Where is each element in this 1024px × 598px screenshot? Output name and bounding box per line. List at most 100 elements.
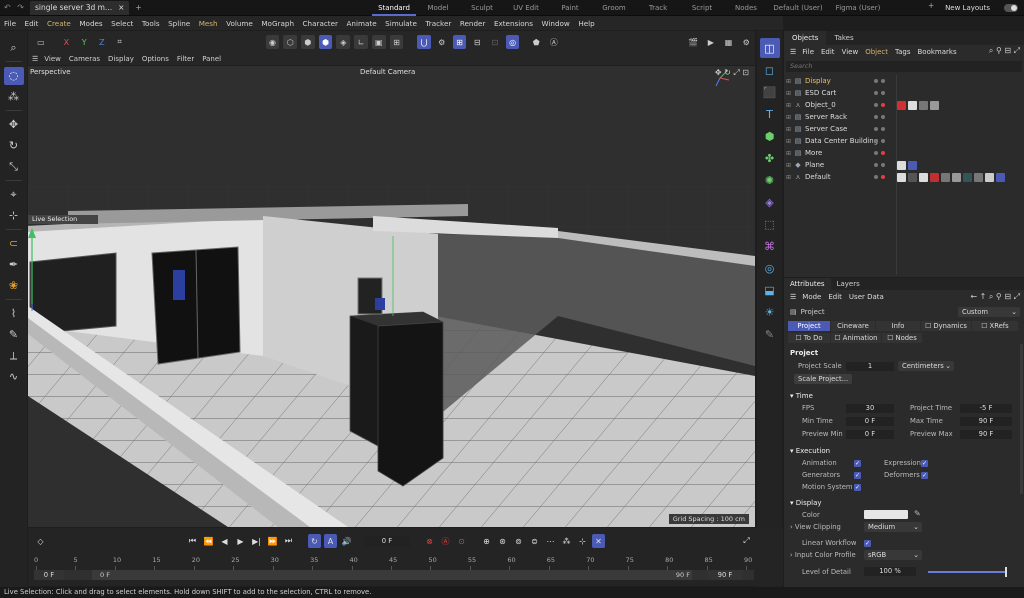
frame-ruler[interactable]: 0 5 10 15 20 25 30 35 40 45 50 55 60 65 70 75 80 85 90 xyxy=(34,556,752,570)
preview-max-field[interactable]: 90 F xyxy=(960,430,1012,439)
objects-menu-icon[interactable]: ☰ xyxy=(790,48,796,56)
viewport-menu-panel[interactable]: Panel xyxy=(202,55,221,63)
preview-range-bar[interactable]: 0 F 90 F xyxy=(92,570,692,580)
keyframe-rotation-icon[interactable]: ⊛ xyxy=(496,534,509,548)
menu-tools[interactable]: Tools xyxy=(142,19,160,28)
magnet-icon[interactable]: ⊂ xyxy=(4,235,24,253)
layout-tab[interactable]: Script xyxy=(680,0,724,16)
tab-xrefs[interactable]: ☐ XRefs xyxy=(972,321,1018,331)
interpolation-icon[interactable]: ⁂ xyxy=(560,534,573,548)
keyframe-diamond-icon[interactable]: ◇ xyxy=(34,534,47,548)
layout-tab[interactable]: Sculpt xyxy=(460,0,504,16)
color-swatch[interactable] xyxy=(864,510,908,519)
menu-help[interactable]: Help xyxy=(578,19,594,28)
level-of-detail-slider[interactable] xyxy=(928,571,1006,573)
viewport-menu-icon[interactable]: ☰ xyxy=(32,55,38,63)
material-tag-icon[interactable] xyxy=(996,172,1005,182)
input-color-profile-dropdown[interactable]: sRGB ⌄ xyxy=(864,550,922,560)
objects-filter-icon[interactable]: ⌕ ⚲ ⊟ ⤢ xyxy=(989,46,1020,56)
menu-mograph[interactable]: MoGraph xyxy=(261,19,294,28)
execution-section-toggle[interactable]: ▾ Execution xyxy=(790,447,830,455)
y-axis-button[interactable]: Y xyxy=(77,35,91,49)
motion-path-icon[interactable]: ⊹ xyxy=(576,534,589,548)
menu-simulate[interactable]: Simulate xyxy=(385,19,417,28)
render-picture-viewer-icon[interactable]: ▶ xyxy=(704,35,718,49)
attributes-menu-edit[interactable]: Edit xyxy=(828,293,842,301)
history-nav[interactable]: ↶ ↷ xyxy=(0,3,30,12)
measure-icon[interactable]: ⟂ xyxy=(4,347,24,365)
scale-project-button[interactable]: Scale Project... xyxy=(794,374,853,384)
object-tags[interactable] xyxy=(897,100,939,110)
play-icon[interactable]: ▶ xyxy=(234,534,247,548)
effector-icon[interactable]: ✺ xyxy=(760,170,780,190)
object-name[interactable]: Server Case xyxy=(805,125,879,133)
deformer-icon[interactable]: ◈ xyxy=(760,192,780,212)
edges-mode-icon[interactable]: ⬢ xyxy=(301,35,315,49)
generator-icon[interactable]: ⬢ xyxy=(760,126,780,146)
object-row[interactable]: ⊞ ⋏ Default xyxy=(784,171,1024,183)
deformers-checkbox[interactable]: ✓ xyxy=(921,472,928,479)
object-search-input[interactable]: Search xyxy=(786,61,1022,72)
expand-icon[interactable]: ⊞ xyxy=(786,114,794,121)
layout-tab[interactable]: Figma (User) xyxy=(828,0,888,16)
close-tab-icon[interactable]: × xyxy=(118,3,124,12)
coordinate-system-icon[interactable]: ⌗ xyxy=(113,35,127,49)
keyframe-position-icon[interactable]: ⊕ xyxy=(480,534,493,548)
material-tag-icon[interactable] xyxy=(908,160,917,170)
visibility-dots[interactable] xyxy=(874,151,885,155)
project-time-field[interactable]: -5 F xyxy=(960,404,1012,413)
menu-volume[interactable]: Volume xyxy=(226,19,253,28)
objects-menu-edit[interactable]: Edit xyxy=(821,48,835,56)
visibility-dots[interactable] xyxy=(874,79,885,83)
symmetry-icon[interactable]: Ⓐ xyxy=(547,35,561,49)
undo-view-icon[interactable]: ▭ xyxy=(34,35,48,49)
fps-field[interactable]: 30 xyxy=(846,404,894,413)
object-row[interactable]: ⊞ ▤ More xyxy=(784,147,1024,159)
object-row[interactable]: ⊞ ⋏ Object_0 xyxy=(784,99,1024,111)
attributes-menu-user-data[interactable]: User Data xyxy=(849,293,884,301)
menu-file[interactable]: File xyxy=(4,19,16,28)
keyframe-param-icon[interactable]: ⊜ xyxy=(528,534,541,548)
material-tag-icon[interactable] xyxy=(908,172,917,182)
snap-settings-icon[interactable]: ⚙ xyxy=(435,35,449,49)
tab-objects[interactable]: Objects xyxy=(784,31,827,45)
knife-icon[interactable]: ✎ xyxy=(4,326,24,344)
material-tag-icon[interactable] xyxy=(930,100,939,110)
display-section-toggle[interactable]: ▾ Display xyxy=(790,499,822,507)
material-tag-icon[interactable] xyxy=(941,172,950,182)
new-tab-icon[interactable]: + xyxy=(135,3,141,12)
cube-icon[interactable]: ⬛ xyxy=(760,82,780,102)
texture-mode-icon[interactable]: ▣ xyxy=(371,35,386,49)
range-slider[interactable]: 0 F 0 F 90 F 90 F xyxy=(34,570,754,580)
object-row[interactable]: ⊞ ◆ Plane xyxy=(784,159,1024,171)
layout-tab[interactable]: Groom xyxy=(592,0,636,16)
expand-icon[interactable]: ⊞ xyxy=(786,138,794,145)
next-frame-icon[interactable]: ▶| xyxy=(250,534,263,548)
lock-icon[interactable]: ⬟ xyxy=(529,35,543,49)
expand-icon[interactable]: ⊞ xyxy=(786,90,794,97)
menu-create[interactable]: Create xyxy=(47,19,71,28)
keyframe-scale-icon[interactable]: ⊚ xyxy=(512,534,525,548)
tab-attributes[interactable]: Attributes xyxy=(784,278,831,290)
layout-tab[interactable]: Nodes xyxy=(724,0,768,16)
grid-snap-icon[interactable]: ⊞ xyxy=(452,35,467,49)
spline-pen-icon[interactable]: ∿ xyxy=(4,368,24,386)
tab-animation[interactable]: ☐ Animation xyxy=(831,333,881,343)
tab-project[interactable]: Project xyxy=(788,321,830,331)
object-name[interactable]: More xyxy=(805,149,879,157)
material-tag-icon[interactable] xyxy=(919,172,928,182)
time-section-toggle[interactable]: ▾ Time xyxy=(790,392,813,400)
tab-todo[interactable]: ☐ To Do xyxy=(788,333,830,343)
expression-checkbox[interactable]: ✓ xyxy=(921,460,928,467)
guides-icon[interactable]: ⊟ xyxy=(470,35,484,49)
tweak-icon[interactable]: ⁂ xyxy=(4,88,24,106)
objects-menu-view[interactable]: View xyxy=(842,48,859,56)
object-name[interactable]: Object_0 xyxy=(805,101,879,109)
visibility-dots[interactable] xyxy=(874,139,885,143)
material-tag-icon[interactable] xyxy=(985,172,994,182)
visibility-dots[interactable] xyxy=(874,115,885,119)
move-icon[interactable]: ✥ xyxy=(4,116,24,134)
object-name[interactable]: Server Rack xyxy=(805,113,879,121)
render-queue-icon[interactable]: ▦ xyxy=(722,35,736,49)
object-row[interactable]: ⊞ ▤ ESD Cart xyxy=(784,87,1024,99)
